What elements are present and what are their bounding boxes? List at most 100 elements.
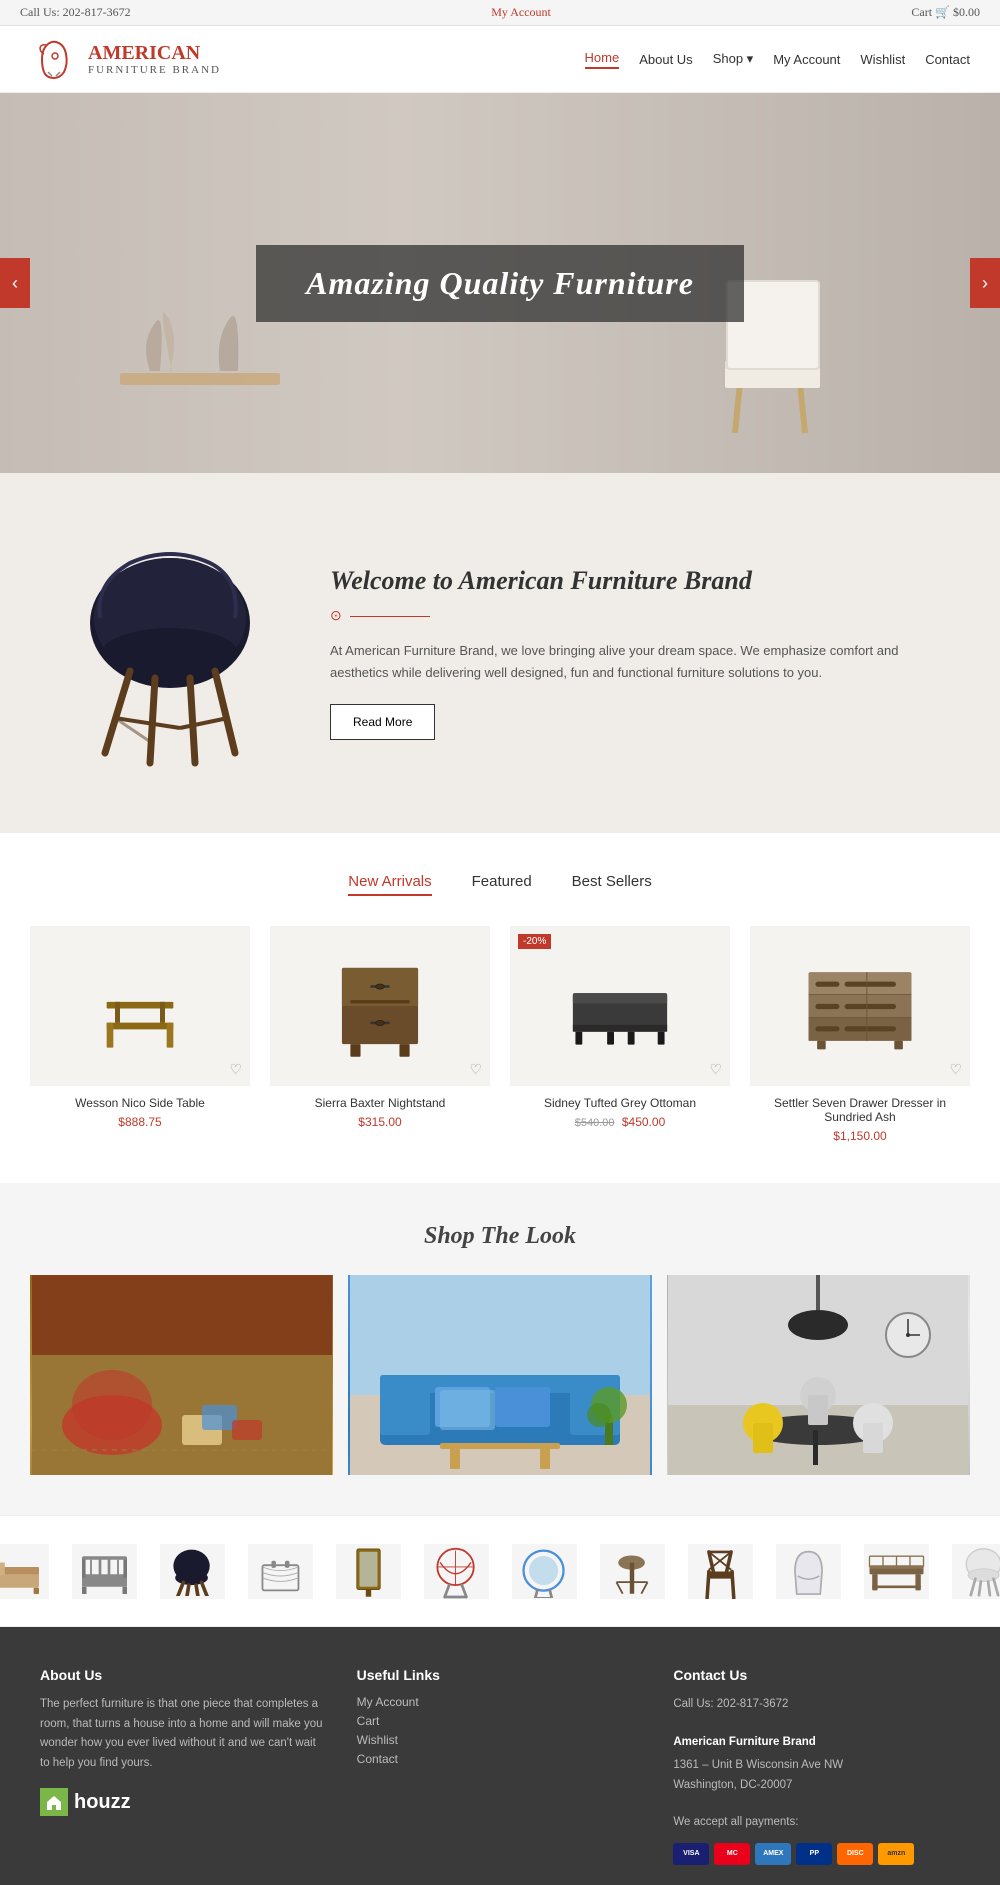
product-price-2: $315.00 <box>270 1115 490 1129</box>
product-price-1: $888.75 <box>30 1115 250 1129</box>
round-chair-icon <box>519 1545 569 1598</box>
category-molded-chair[interactable] <box>153 1536 231 1606</box>
storage-icon <box>255 1549 305 1594</box>
welcome-section: Welcome to American Furniture Brand ⊙ At… <box>0 473 1000 833</box>
wishlist-btn-1[interactable]: ♡ <box>229 1061 242 1078</box>
iron-bed-icon <box>77 1549 132 1594</box>
footer-payments-label: We accept all payments: <box>673 1813 960 1833</box>
category-storage[interactable] <box>241 1536 319 1606</box>
logo: AMERICAN FURNITURE BRAND <box>30 34 221 84</box>
products-grid: ♡ Wesson Nico Side Table $888.75 <box>30 926 970 1143</box>
product-image-2[interactable]: ♡ <box>270 926 490 1086</box>
read-more-button[interactable]: Read More <box>330 704 435 740</box>
look-item-1[interactable] <box>30 1275 333 1475</box>
mirror-icon <box>346 1544 391 1599</box>
footer-city: Washington, DC-20007 <box>673 1776 960 1796</box>
product-card: -20% ♡ Sidney Tufted Grey Ottoman $540.0… <box>510 926 730 1143</box>
look-item-3[interactable] <box>667 1275 970 1475</box>
nav-account[interactable]: My Account <box>773 52 840 67</box>
shop-look-heading: Shop The Look <box>30 1223 970 1250</box>
category-bed[interactable] <box>0 1536 55 1606</box>
ottoman-svg <box>560 961 680 1051</box>
wishlist-btn-3[interactable]: ♡ <box>709 1061 722 1078</box>
category-cross-back-chair[interactable] <box>681 1536 759 1606</box>
category-ghost-chair[interactable] <box>769 1536 847 1606</box>
footer-link-cart[interactable]: Cart <box>357 1714 644 1728</box>
product-price-3: $540.00 $450.00 <box>510 1115 730 1129</box>
products-section: New Arrivals Featured Best Sellers ♡ Wes… <box>0 833 1000 1183</box>
product-card: ♡ Wesson Nico Side Table $888.75 <box>30 926 250 1143</box>
nightstand-svg <box>325 951 435 1061</box>
product-tabs: New Arrivals Featured Best Sellers <box>30 873 970 896</box>
product-name-4: Settler Seven Drawer Dresser in Sundried… <box>750 1096 970 1124</box>
visa-icon: VISA <box>673 1843 709 1865</box>
payment-icons: VISA MC AMEX PP DISC amzn <box>673 1843 960 1865</box>
hero-section: Amazing Quality Furniture ‹ › <box>0 93 1000 473</box>
bench-icon <box>864 1549 929 1594</box>
look-img-2 <box>350 1275 650 1475</box>
category-acapulco-chair[interactable] <box>417 1536 495 1606</box>
welcome-text: Welcome to American Furniture Brand ⊙ At… <box>330 566 940 740</box>
tab-featured[interactable]: Featured <box>472 873 532 896</box>
top-bar: Call Us: 202-817-3672 My Account Cart 🛒 … <box>0 0 1000 26</box>
footer-link-contact[interactable]: Contact <box>357 1752 644 1766</box>
discover-icon: DISC <box>837 1843 873 1865</box>
product-image-3[interactable]: -20% ♡ <box>510 926 730 1086</box>
footer: About Us The perfect furniture is that o… <box>0 1627 1000 1885</box>
product-old-price-3: $540.00 <box>575 1117 615 1129</box>
amazon-icon: amzn <box>878 1843 914 1865</box>
product-price-4: $1,150.00 <box>750 1129 970 1143</box>
category-iron-bed[interactable] <box>65 1536 143 1606</box>
ghost-chair-icon <box>786 1544 831 1599</box>
tab-new-arrivals[interactable]: New Arrivals <box>348 873 431 896</box>
cart-info: Cart 🛒 $0.00 <box>911 5 980 20</box>
footer-brand: American Furniture Brand <box>673 1733 960 1753</box>
site-header: AMERICAN FURNITURE BRAND Home About Us S… <box>0 26 1000 93</box>
welcome-chair-image <box>60 523 280 783</box>
footer-phone: Call Us: 202-817-3672 <box>673 1695 960 1715</box>
footer-link-account[interactable]: My Account <box>357 1695 644 1709</box>
footer-address: 1361 – Unit B Wisconsin Ave NW <box>673 1756 960 1776</box>
my-account-link[interactable]: My Account <box>491 5 551 20</box>
cart-label: Cart <box>911 5 932 19</box>
footer-about: About Us The perfect furniture is that o… <box>40 1667 327 1865</box>
wishlist-btn-4[interactable]: ♡ <box>949 1061 962 1078</box>
molded-chair-icon <box>167 1546 217 1596</box>
hero-prev-button[interactable]: ‹ <box>0 258 30 308</box>
footer-about-text: The perfect furniture is that one piece … <box>40 1695 327 1773</box>
look-img-3 <box>668 1275 968 1475</box>
wishlist-btn-2[interactable]: ♡ <box>469 1061 482 1078</box>
bed-icon <box>0 1549 44 1594</box>
houzz-icon <box>40 1788 68 1816</box>
look-img-1 <box>32 1275 332 1475</box>
mastercard-icon: MC <box>714 1843 750 1865</box>
side-table-svg <box>85 956 195 1056</box>
footer-contact-heading: Contact Us <box>673 1667 960 1683</box>
footer-link-wishlist[interactable]: Wishlist <box>357 1733 644 1747</box>
category-bench[interactable] <box>857 1536 935 1606</box>
category-bar-stool[interactable] <box>593 1536 671 1606</box>
sale-badge: -20% <box>518 934 551 949</box>
product-name-3: Sidney Tufted Grey Ottoman <box>510 1096 730 1110</box>
nav-home[interactable]: Home <box>585 50 620 69</box>
product-image-1[interactable]: ♡ <box>30 926 250 1086</box>
product-image-4[interactable]: ♡ <box>750 926 970 1086</box>
category-white-chair[interactable] <box>945 1536 1000 1606</box>
look-item-2[interactable] <box>348 1275 651 1475</box>
nav-shop[interactable]: Shop <box>713 51 754 67</box>
nav-contact[interactable]: Contact <box>925 52 970 67</box>
hero-next-button[interactable]: › <box>970 258 1000 308</box>
white-chair-icon <box>959 1544 1000 1599</box>
footer-links: Useful Links My Account Cart Wishlist Co… <box>357 1667 644 1865</box>
houzz-logo: houzz <box>40 1788 327 1816</box>
nav-about[interactable]: About Us <box>639 52 692 67</box>
houzz-svg <box>44 1792 64 1812</box>
welcome-divider: ⊙ <box>330 608 940 625</box>
cross-back-chair-icon <box>700 1544 740 1599</box>
look-grid <box>30 1275 970 1475</box>
category-mirror[interactable] <box>329 1536 407 1606</box>
acapulco-chair-icon <box>431 1544 481 1599</box>
category-round-chair[interactable] <box>505 1536 583 1606</box>
nav-wishlist[interactable]: Wishlist <box>860 52 905 67</box>
tab-best-sellers[interactable]: Best Sellers <box>572 873 652 896</box>
